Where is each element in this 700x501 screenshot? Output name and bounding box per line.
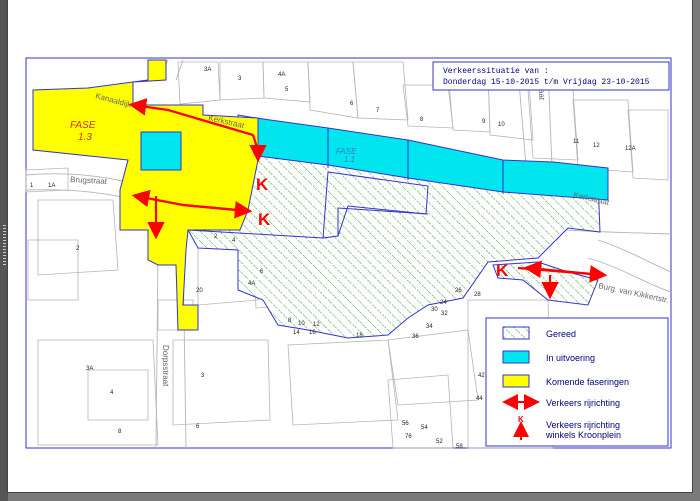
map-canvas: Kanaaldijk Kerkstraat Brugstraat Kerkstr…	[25, 57, 672, 450]
svg-text:42: 42	[478, 373, 485, 379]
svg-text:1A: 1A	[48, 183, 55, 189]
fase-cyan-number: 1.1	[344, 155, 355, 164]
legend-swatch-gereed	[502, 326, 530, 340]
svg-text:4A: 4A	[278, 72, 285, 78]
svg-text:16: 16	[309, 330, 316, 336]
svg-text:3A: 3A	[204, 67, 211, 73]
svg-text:36: 36	[412, 334, 419, 340]
legend-label-kroonplein-1: Verkeers rijrichting	[546, 420, 620, 430]
svg-text:3A: 3A	[86, 366, 93, 372]
svg-text:12: 12	[593, 143, 600, 149]
legend-swatch-komende	[502, 374, 530, 388]
legend-label-gereed: Gereed	[546, 329, 576, 339]
svg-text:10: 10	[498, 122, 505, 128]
svg-text:54: 54	[421, 425, 428, 431]
svg-text:44: 44	[476, 396, 483, 402]
svg-text:10: 10	[298, 321, 305, 327]
svg-text:4A: 4A	[248, 281, 255, 287]
street-dorpsstraat: Dorpsstraat	[161, 345, 170, 387]
svg-text:18: 18	[356, 333, 363, 339]
legend-k-marker: K	[518, 415, 524, 424]
legend-label-rijrichting: Verkeers rijrichting	[546, 398, 620, 408]
svg-text:58: 58	[456, 444, 463, 450]
svg-text:28: 28	[474, 292, 481, 298]
legend-label-komende: Komende faseringen	[546, 377, 629, 387]
k-marker-north: K	[256, 175, 269, 194]
k-marker-east: K	[496, 261, 509, 280]
svg-text:32: 32	[441, 311, 448, 317]
svg-text:24: 24	[440, 300, 447, 306]
svg-text:20: 20	[196, 288, 203, 294]
svg-text:76: 76	[405, 434, 412, 440]
svg-text:30: 30	[431, 307, 438, 313]
svg-text:52: 52	[436, 439, 443, 445]
svg-text:34: 34	[426, 324, 433, 330]
svg-text:26: 26	[455, 288, 462, 294]
area-inner-cyan	[140, 131, 182, 171]
legend-swatch-in-uitvoering	[502, 350, 530, 364]
svg-text:12: 12	[313, 322, 320, 328]
fase-yellow-label: FASE	[70, 120, 96, 131]
legend: Gereed In uitvoering Komende faseringen …	[485, 317, 669, 447]
legend-label-in-uitvoering: In uitvoering	[546, 353, 595, 363]
info-line-1: Verkeerssituatie van :	[443, 67, 549, 76]
viewer-left-edge	[0, 0, 8, 501]
k-marker-south: K	[258, 210, 271, 229]
info-box: Verkeerssituatie van : Donderdag 15-10-2…	[432, 61, 670, 91]
fase-yellow-number: 1.3	[78, 132, 92, 143]
legend-label-kroonplein-2: winkels Kroonplein	[545, 430, 621, 440]
info-line-2: Donderdag 15-10-2015 t/m Vrijdag 23-10-2…	[443, 78, 650, 87]
svg-text:56: 56	[402, 421, 409, 427]
map-page: Kanaaldijk Kerkstraat Brugstraat Kerkstr…	[8, 0, 692, 492]
panel-resize-handle[interactable]	[3, 225, 6, 265]
svg-text:14: 14	[293, 330, 300, 336]
svg-text:12A: 12A	[625, 146, 636, 152]
svg-text:11: 11	[573, 139, 580, 145]
